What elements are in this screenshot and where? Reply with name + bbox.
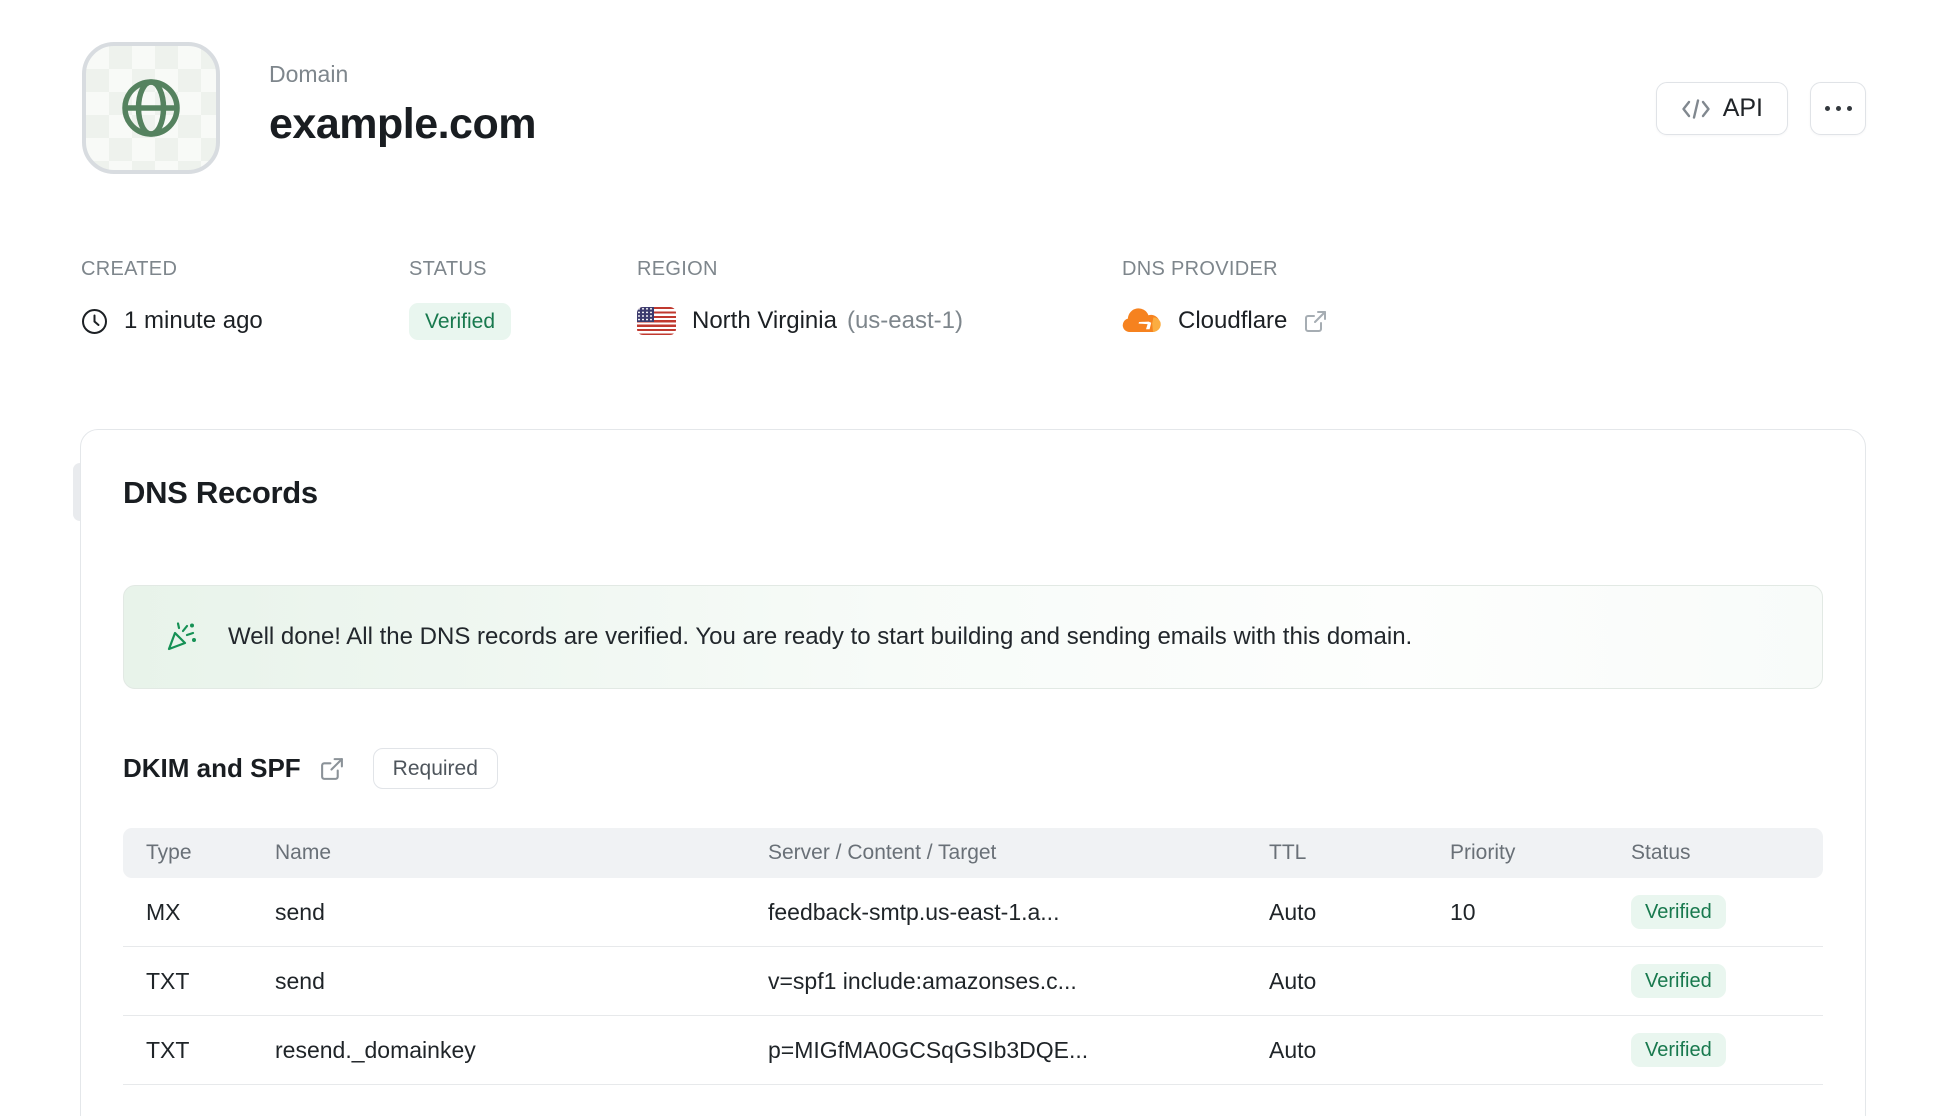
created-text: 1 minute ago: [124, 307, 263, 334]
row-status-badge: Verified: [1631, 1033, 1726, 1067]
dns-records-title: DNS Records: [123, 475, 318, 510]
cell-ttl: Auto: [1269, 967, 1317, 994]
code-icon: [1681, 98, 1711, 120]
cell-ttl: Auto: [1269, 898, 1317, 925]
cell-type: TXT: [146, 967, 190, 994]
cell-content: v=spf1 include:amazonses.c...: [768, 967, 1077, 994]
cell-priority: 10: [1450, 898, 1476, 925]
table-row[interactable]: MX send feedback-smtp.us-east-1.a... Aut…: [123, 878, 1823, 947]
table-header-row: Type Name Server / Content / Target TTL …: [123, 828, 1823, 878]
created-value: 1 minute ago: [81, 300, 263, 342]
cell-name: send: [275, 898, 325, 925]
api-button-label: API: [1722, 94, 1763, 122]
col-name: Name: [275, 841, 332, 864]
cell-name: send: [275, 967, 325, 994]
col-ttl: TTL: [1269, 841, 1307, 864]
table-row[interactable]: TXT send v=spf1 include:amazonses.c... A…: [123, 947, 1823, 1016]
row-status-badge: Verified: [1631, 895, 1726, 929]
region-label: REGION: [637, 258, 718, 280]
status-badge: Verified: [409, 302, 512, 340]
header-actions: API: [1655, 82, 1866, 135]
region-code: (us-east-1): [846, 307, 963, 334]
external-link-icon: [1303, 309, 1328, 334]
party-popper-icon: [164, 620, 198, 654]
dns-records-table: Type Name Server / Content / Target TTL …: [123, 828, 1823, 1085]
dns-provider-value[interactable]: Cloudflare: [1122, 300, 1328, 342]
col-status: Status: [1631, 841, 1691, 864]
verified-banner: Well done! All the DNS records are verif…: [123, 585, 1823, 689]
region-name: North Virginia: [692, 307, 837, 334]
region-value: North Virginia (us-east-1): [637, 300, 963, 342]
clock-icon: [81, 308, 108, 335]
dns-provider-label: DNS PROVIDER: [1122, 258, 1278, 280]
dkim-spf-title: DKIM and SPF: [123, 753, 301, 783]
status-value: Verified: [409, 300, 512, 342]
more-button[interactable]: [1810, 82, 1866, 135]
cell-content: p=MIGfMA0GCSqGSIb3DQE...: [768, 1036, 1089, 1063]
required-badge: Required: [372, 748, 498, 789]
cell-name: resend._domainkey: [275, 1036, 476, 1063]
col-type: Type: [146, 841, 192, 864]
table-row[interactable]: TXT resend._domainkey p=MIGfMA0GCSqGSIb3…: [123, 1016, 1823, 1085]
external-link-icon[interactable]: [319, 756, 345, 782]
cell-ttl: Auto: [1269, 1036, 1317, 1063]
globe-icon: [115, 72, 187, 144]
ellipsis-icon: [1824, 106, 1852, 111]
status-label: STATUS: [409, 258, 487, 280]
domain-detail-page: Domain example.com API CREATED STATUS RE…: [0, 0, 1944, 1116]
dns-records-card: DNS Records Well done! All the DNS recor…: [80, 429, 1866, 1116]
domain-label: Domain: [269, 61, 349, 87]
api-button[interactable]: API: [1655, 82, 1788, 135]
dkim-spf-section-head: DKIM and SPF Required: [123, 748, 498, 789]
cell-type: MX: [146, 898, 181, 925]
us-flag-icon: [637, 307, 676, 335]
created-label: CREATED: [81, 258, 178, 280]
verified-banner-message: Well done! All the DNS records are verif…: [228, 623, 1413, 650]
cloudflare-icon: [1122, 307, 1162, 335]
col-content: Server / Content / Target: [768, 841, 997, 864]
row-status-badge: Verified: [1631, 964, 1726, 998]
cell-type: TXT: [146, 1036, 190, 1063]
page-title: example.com: [269, 100, 536, 148]
cell-content: feedback-smtp.us-east-1.a...: [768, 898, 1060, 925]
domain-avatar: [82, 42, 220, 174]
dns-provider-name: Cloudflare: [1178, 307, 1288, 334]
col-priority: Priority: [1450, 841, 1516, 864]
